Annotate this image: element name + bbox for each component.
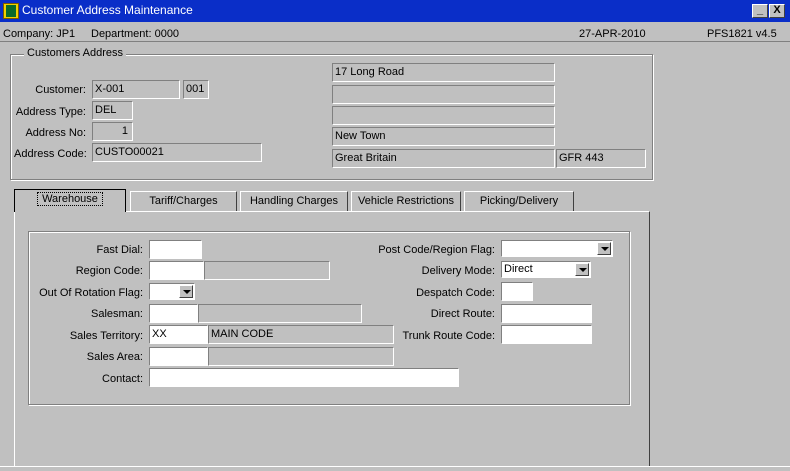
sales-area-field[interactable] bbox=[149, 347, 208, 366]
trunk-route-code-field[interactable] bbox=[501, 325, 592, 344]
delivery-mode-label: Delivery Mode: bbox=[421, 265, 495, 277]
delivery-mode-select[interactable]: Direct bbox=[501, 261, 591, 278]
date-text: 27-APR-2010 bbox=[579, 28, 646, 40]
address-line-3-field[interactable] bbox=[332, 106, 555, 125]
close-button[interactable]: X bbox=[769, 4, 785, 18]
tab-handling-charges[interactable]: Handling Charges bbox=[240, 191, 348, 212]
address-line-5-field[interactable]: Great Britain bbox=[332, 149, 555, 168]
region-code-field[interactable] bbox=[149, 261, 204, 280]
contact-field[interactable] bbox=[149, 368, 459, 387]
tab-tariff-charges[interactable]: Tariff/Charges bbox=[130, 191, 237, 212]
post-code-region-flag-label: Post Code/Region Flag: bbox=[378, 244, 495, 256]
tab-warehouse-label: Warehouse bbox=[37, 192, 103, 206]
chevron-down-icon[interactable] bbox=[179, 285, 193, 298]
address-type-field[interactable]: DEL bbox=[92, 101, 133, 120]
post-code-region-flag-select[interactable] bbox=[501, 240, 613, 257]
sales-territory-field[interactable]: XX bbox=[149, 325, 208, 344]
sales-area-description bbox=[208, 347, 394, 366]
window-bottom-edge bbox=[0, 466, 790, 471]
chevron-down-icon[interactable] bbox=[597, 242, 611, 255]
chevron-down-icon[interactable] bbox=[575, 263, 589, 276]
department-text: Department: 0000 bbox=[91, 28, 180, 40]
trunk-route-code-label: Trunk Route Code: bbox=[402, 330, 495, 342]
region-code-label: Region Code: bbox=[75, 265, 143, 277]
address-code-label: Address Code: bbox=[14, 148, 87, 160]
tab-vehicle-restrictions[interactable]: Vehicle Restrictions bbox=[351, 191, 461, 212]
direct-route-label: Direct Route: bbox=[430, 308, 495, 320]
sales-territory-label: Sales Territory: bbox=[69, 330, 143, 342]
tab-picking-delivery[interactable]: Picking/Delivery bbox=[464, 191, 574, 212]
info-bar: Company: JP1 Department: 0000 27-APR-201… bbox=[0, 25, 790, 42]
fast-dial-label: Fast Dial: bbox=[96, 244, 143, 256]
fast-dial-field[interactable] bbox=[149, 240, 202, 259]
address-line-4-field[interactable]: New Town bbox=[332, 127, 555, 146]
address-no-field[interactable]: 1 bbox=[92, 122, 133, 141]
app-icon bbox=[3, 3, 19, 19]
out-of-rotation-flag-select[interactable] bbox=[149, 283, 195, 300]
salesman-label: Salesman: bbox=[91, 308, 143, 320]
customer-suffix-field[interactable]: 001 bbox=[183, 80, 209, 99]
despatch-code-field[interactable] bbox=[501, 282, 533, 301]
program-version-text: PFS1821 v4.5 bbox=[707, 28, 777, 40]
minimize-button[interactable]: _ bbox=[752, 4, 768, 18]
address-code-field[interactable]: CUSTO00021 bbox=[92, 143, 262, 162]
tab-warehouse[interactable]: Warehouse bbox=[14, 189, 126, 212]
contact-label: Contact: bbox=[102, 373, 143, 385]
address-type-label: Address Type: bbox=[15, 106, 86, 118]
customer-label: Customer: bbox=[35, 84, 86, 96]
address-line-1-field[interactable]: 17 Long Road bbox=[332, 63, 555, 82]
customer-field[interactable]: X-001 bbox=[92, 80, 180, 99]
postcode-field[interactable]: GFR 443 bbox=[556, 149, 646, 168]
direct-route-field[interactable] bbox=[501, 304, 592, 323]
despatch-code-label: Despatch Code: bbox=[416, 287, 495, 299]
salesman-field[interactable] bbox=[149, 304, 198, 323]
delivery-mode-value: Direct bbox=[504, 263, 533, 275]
sales-area-label: Sales Area: bbox=[86, 351, 143, 363]
address-line-2-field[interactable] bbox=[332, 85, 555, 104]
customers-address-title: Customers Address bbox=[24, 47, 126, 59]
title-bar: Customer Address Maintenance _ X bbox=[0, 0, 790, 22]
window-title: Customer Address Maintenance bbox=[22, 3, 193, 17]
out-of-rotation-flag-label: Out Of Rotation Flag: bbox=[39, 287, 143, 299]
address-no-label: Address No: bbox=[25, 127, 86, 139]
company-text: Company: JP1 bbox=[3, 28, 76, 40]
region-code-description bbox=[204, 261, 330, 280]
salesman-description bbox=[198, 304, 362, 323]
